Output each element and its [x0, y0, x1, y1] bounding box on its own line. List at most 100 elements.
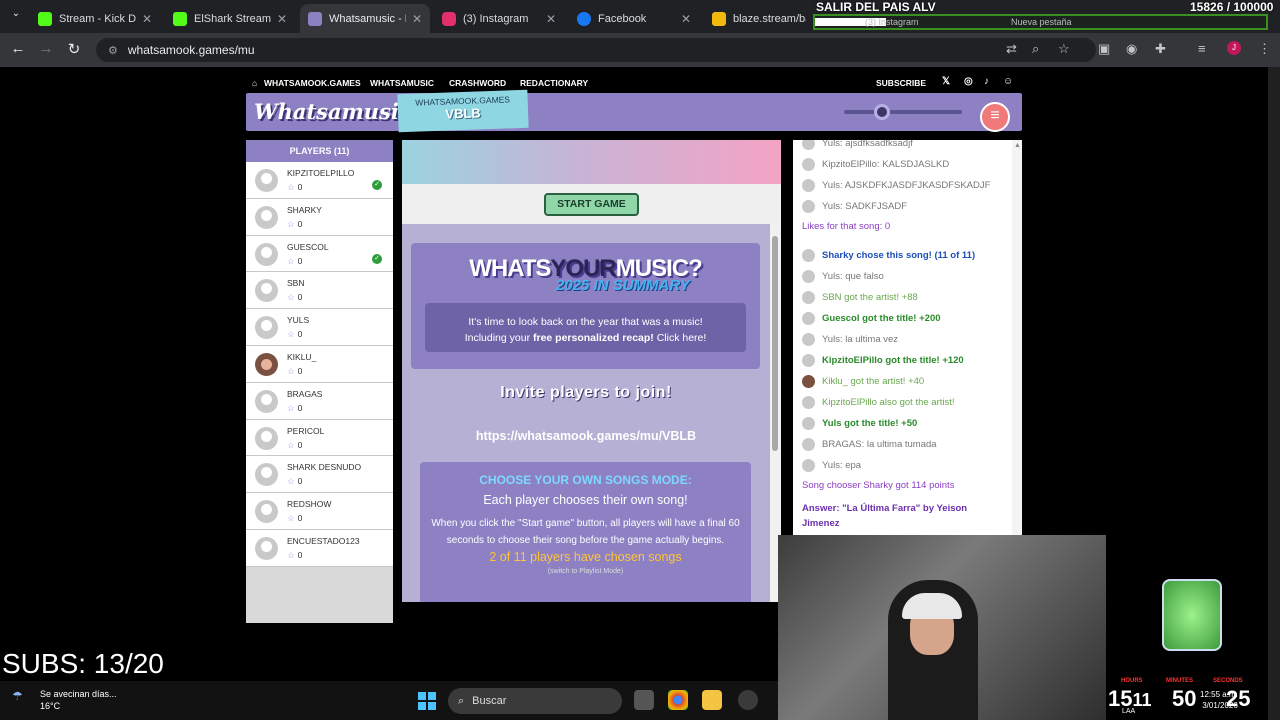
reload-icon[interactable]: ↻: [64, 40, 84, 58]
media-icon[interactable]: ≡: [1198, 41, 1206, 56]
year-summary-promo[interactable]: WHATSYOURMUSIC? 2025 IN SUMMARY It's tim…: [411, 243, 760, 369]
file-explorer-icon[interactable]: [702, 690, 722, 710]
ghost-tab-label: Nueva pestaña: [1011, 17, 1072, 27]
translate-icon[interactable]: ⇄: [1006, 41, 1017, 57]
chat-message: Yuls: ajsdfksadfksadjf: [802, 140, 913, 150]
promo-line2-start: Including your: [464, 332, 533, 344]
app-icon[interactable]: [738, 690, 758, 710]
volume-knob[interactable]: [873, 104, 890, 120]
extension-icon[interactable]: ▣: [1098, 41, 1110, 57]
facebook-icon: [577, 11, 591, 26]
player-row[interactable]: PERICOL ☆ 0: [246, 419, 393, 457]
star-icon: ☆: [287, 439, 295, 450]
player-row[interactable]: SHARKY ☆ 0: [246, 198, 393, 236]
score-value: 0: [297, 402, 303, 413]
whatsamusic-logo[interactable]: Whatsamusic: [254, 99, 412, 124]
player-row[interactable]: SBN ☆ 0: [246, 272, 393, 310]
system-clock[interactable]: 12:55 a.m. 3/01/2026: [1200, 689, 1238, 711]
nav-subscribe[interactable]: SUBSCRIBE: [876, 78, 926, 88]
tab-whatsamusic[interactable]: Whatsamusic - N ✕: [300, 4, 430, 33]
twitter-icon[interactable]: 𝕏: [942, 76, 950, 87]
tab-elshark-stream[interactable]: ElShark Stream - W ✕: [165, 4, 295, 33]
tab-search-chevron-icon[interactable]: ⌄: [6, 8, 26, 19]
promo-click-here-link[interactable]: Click here!: [654, 332, 707, 344]
close-tab-icon[interactable]: ✕: [142, 12, 152, 26]
taskbar-search[interactable]: ⌕ Buscar: [448, 688, 622, 714]
chat-text: KipzitoElPillo got the title! +120: [822, 355, 964, 366]
chat-avatar: [802, 140, 815, 150]
player-score: ☆ 0: [287, 256, 302, 267]
chat-text: SBN got the artist! +88: [822, 292, 918, 303]
tiktok-icon[interactable]: ♪: [984, 76, 989, 87]
nav-redactionary[interactable]: REDACTIONARY: [520, 78, 588, 88]
player-row[interactable]: GUESCOL ☆ 0 ✓: [246, 235, 393, 273]
player-row[interactable]: YULS ☆ 0: [246, 309, 393, 346]
player-row[interactable]: SHARK DESNUDO ☆ 0: [246, 456, 393, 494]
nav-whatsamusic[interactable]: WHATSAMUSIC: [370, 78, 434, 88]
instagram-icon[interactable]: ◎: [964, 76, 973, 87]
weather-widget[interactable]: ☂ Se avecinan días... 16°C: [12, 688, 117, 712]
extensions-puzzle-icon[interactable]: ✚: [1155, 41, 1166, 57]
close-tab-icon[interactable]: ✕: [546, 12, 556, 26]
tab-facebook[interactable]: Facebook ✕: [569, 4, 699, 33]
zoom-icon[interactable]: ⌕: [1032, 41, 1039, 57]
chat-text: Song chooser Sharky got 114 points: [802, 480, 955, 491]
discord-icon[interactable]: ☺: [1003, 76, 1013, 87]
forward-icon[interactable]: →: [36, 40, 56, 57]
player-row[interactable]: BRAGAS ☆ 0: [246, 382, 393, 420]
timer-label-seconds: SECONDS: [1213, 678, 1243, 684]
switch-mode-link[interactable]: (switch to Playlist Mode): [420, 568, 751, 575]
back-icon[interactable]: ←: [8, 40, 28, 57]
windows-start-icon[interactable]: [418, 692, 436, 710]
close-tab-icon[interactable]: ✕: [681, 12, 691, 26]
chat-message: Yuls: la ultima vez: [802, 333, 898, 346]
address-bar[interactable]: ⚙ whatsamook.games/mu: [96, 38, 1096, 62]
chat-text: Answer: "La Última Farra" by Yeison Jime…: [802, 503, 968, 529]
promo-text-box[interactable]: It's time to look back on the year that …: [425, 303, 746, 352]
chat-text: BRAGAS: la ultima tumada: [822, 439, 937, 450]
avatar: [255, 463, 278, 487]
lobby-scroll-thumb[interactable]: [772, 236, 778, 451]
site-info-icon[interactable]: ⚙: [108, 44, 118, 57]
chat-avatar: [802, 291, 815, 304]
start-game-button[interactable]: START GAME: [544, 193, 639, 216]
chat-avatar: [802, 333, 815, 346]
chat-message: Guescol got the title! +200: [802, 312, 941, 325]
tab-title: Facebook: [598, 12, 647, 25]
bookmark-star-icon[interactable]: ☆: [1058, 41, 1070, 57]
language-indicator[interactable]: LAA: [1122, 708, 1135, 715]
kick-icon: [173, 11, 187, 26]
score-value: 0: [297, 476, 303, 487]
invite-url[interactable]: https://whatsamook.games/mu/VBLB: [402, 429, 770, 443]
close-tab-icon[interactable]: ✕: [277, 12, 287, 26]
page-scrollbar[interactable]: [1268, 67, 1280, 720]
chrome-icon[interactable]: [668, 690, 688, 710]
goal-progress-bar: (3) Instagram Nueva pestaña: [813, 14, 1268, 30]
player-score: ☆ 0: [287, 440, 302, 451]
nav-whatsamook[interactable]: WHATSAMOOK.GAMES: [264, 78, 361, 88]
volume-slider[interactable]: [844, 104, 962, 120]
extension-icon[interactable]: ◉: [1126, 41, 1137, 57]
nav-crashword[interactable]: CRASHWORD: [449, 78, 506, 88]
home-icon[interactable]: ⌂: [252, 78, 257, 88]
tab-kick-dashboard[interactable]: Stream - Kick Dashb ✕: [30, 4, 160, 33]
chat-avatar: [802, 438, 815, 451]
chat-avatar: [802, 249, 815, 262]
chat-avatar: [802, 270, 815, 283]
kebab-menu-icon[interactable]: ⋮: [1258, 41, 1271, 57]
scroll-up-icon[interactable]: ▲: [1014, 142, 1021, 149]
player-row[interactable]: REDSHOW ☆ 0: [246, 493, 393, 530]
player-row[interactable]: KIKLU_ ☆ 0: [246, 345, 393, 383]
profile-avatar[interactable]: J: [1227, 41, 1241, 55]
chat-scrollbar[interactable]: ▲: [1012, 140, 1022, 535]
tab-blaze[interactable]: blaze.stream/back: [704, 4, 814, 33]
task-view-icon[interactable]: [634, 690, 654, 710]
chat-avatar: [802, 375, 815, 388]
player-row[interactable]: KIPZITOELPILLO ☆ 0 ✓: [246, 162, 393, 199]
player-score: ☆ 0: [287, 550, 302, 561]
streamer-cap: [902, 593, 962, 619]
player-row[interactable]: ENCUESTADO123 ☆ 0: [246, 529, 393, 567]
close-tab-icon[interactable]: ✕: [412, 12, 422, 26]
tab-instagram[interactable]: (3) Instagram ✕: [434, 4, 564, 33]
hamburger-menu-icon[interactable]: ≡: [980, 102, 1010, 132]
